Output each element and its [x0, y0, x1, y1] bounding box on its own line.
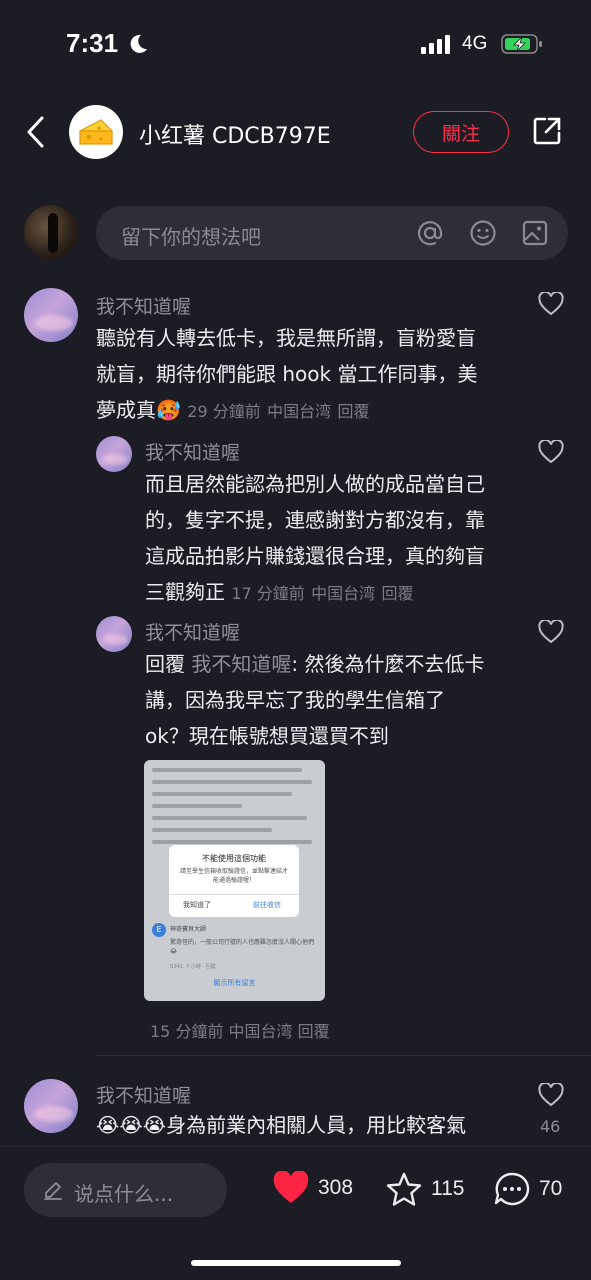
comment-location: 中国台湾: [311, 584, 376, 603]
comment-line: 而且居然能認為把別人做的成品當自己: [145, 472, 485, 496]
image-reply-text: 驚奇怪的，一般公司行號的人也應難怎麼沒人關心他們😂: [170, 939, 315, 955]
pencil-icon: [44, 1182, 62, 1200]
divider: [96, 1055, 591, 1056]
comment-line: 身為前業內相關人員，用比較客氣: [166, 1113, 467, 1137]
share-icon[interactable]: [531, 115, 563, 147]
comment-last-line: 夢成真🥵 29 分鐘前 中国台湾 回覆: [96, 392, 516, 430]
back-icon[interactable]: [24, 114, 48, 150]
comment-input-placeholder: 留下你的想法吧: [121, 225, 261, 249]
heart-icon[interactable]: [538, 292, 564, 316]
reply-button[interactable]: 回覆: [337, 402, 369, 421]
commenter-avatar[interactable]: [24, 288, 78, 342]
mention-icon[interactable]: [416, 219, 444, 247]
commenter-name[interactable]: 我不知道喔: [145, 438, 240, 465]
my-avatar[interactable]: [24, 205, 78, 259]
cheese-icon: [79, 119, 114, 145]
follow-button[interactable]: 關注: [413, 111, 509, 153]
collect-count: 115: [431, 1177, 465, 1200]
comment-time: 29 分鐘前: [187, 402, 261, 421]
emoji: 😭😭😭: [96, 1113, 167, 1137]
author-name[interactable]: 小红薯 CDCB797E: [139, 118, 331, 150]
comment-location: 中国台湾: [267, 402, 332, 421]
comment-time: 15 分鐘前: [150, 1022, 224, 1041]
comment-line: 三觀夠正: [145, 580, 225, 604]
say-placeholder: 说点什么...: [74, 1182, 174, 1206]
star-icon: [386, 1172, 422, 1206]
like-count: 46: [540, 1117, 561, 1136]
comment-text[interactable]: 聽說有人轉去低卡，我是無所謂，盲粉愛盲 就盲，期待你們能跟 hook 當工作同事…: [96, 320, 516, 430]
comment-line: : 然後為什麼不去低卡: [291, 652, 485, 676]
dialog-go: 前往收信: [253, 901, 281, 909]
comment-line: 就盲，期待你們能跟 hook 當工作同事，美: [96, 362, 478, 386]
image-reply-meta: B341. 7 小時 · 回覆: [170, 964, 216, 970]
commenter-avatar[interactable]: [96, 616, 132, 652]
dialog-text: 請至學生信箱收取驗證信，並點擊連結才能通過驗證喔！: [179, 868, 288, 884]
reply-button[interactable]: 回覆: [298, 1022, 330, 1041]
reply-badge: E: [152, 923, 166, 937]
comment-bubble-icon: [494, 1172, 530, 1206]
image-view-all: 顯示所有留言: [213, 979, 256, 987]
status-time: 7:31: [66, 28, 119, 58]
comment-text[interactable]: 而且居然能認為把別人做的成品當自己 的，隻字不提，連感謝對方都沒有，靠 這成品拍…: [145, 466, 525, 612]
reply-to-name[interactable]: 我不知道喔: [191, 652, 291, 676]
header: 小红薯 CDCB797E 關注: [0, 100, 591, 164]
commenter-name[interactable]: 我不知道喔: [96, 1081, 191, 1108]
reply-prefix: 回覆: [145, 652, 185, 676]
home-indicator[interactable]: [191, 1260, 401, 1266]
emoji: 🥵: [156, 398, 181, 422]
comment-button[interactable]: 70: [493, 1171, 562, 1207]
like-count: 308: [318, 1176, 354, 1199]
author-avatar[interactable]: [69, 105, 123, 159]
heart-filled-icon: [273, 1171, 309, 1203]
heart-icon[interactable]: [538, 440, 564, 464]
comment-last-line: 三觀夠正 17 分鐘前 中国台湾 回覆: [145, 574, 525, 612]
heart-icon[interactable]: [538, 1083, 564, 1107]
signal-icon: [421, 34, 450, 54]
comment-meta: 15 分鐘前 中国台湾 回覆: [150, 1018, 330, 1042]
moon-icon: [130, 34, 147, 53]
comment-location: 中国台湾: [228, 1022, 293, 1041]
network-label: 4G: [462, 33, 488, 54]
comment-line: ok？現在帳號想買還買不到: [145, 724, 389, 748]
comment-text[interactable]: 😭😭😭身為前業內相關人員，用比較客氣: [96, 1107, 516, 1143]
reply-button[interactable]: 回覆: [382, 584, 414, 603]
commenter-avatar[interactable]: [24, 1079, 78, 1133]
image-icon[interactable]: [521, 219, 549, 247]
like-button[interactable]: 308: [272, 1171, 353, 1205]
dialog-ok: 我知道了: [183, 901, 211, 909]
status-bar: 7:31 4G: [0, 0, 591, 90]
comment-first-line: 回覆 我不知道喔: 然後為什麼不去低卡: [145, 646, 525, 682]
commenter-name[interactable]: 我不知道喔: [96, 292, 191, 319]
comment-input-row: 留下你的想法吧: [0, 204, 591, 262]
comment-line: 的，隻字不提，連感謝對方都沒有，靠: [145, 508, 485, 532]
comment-count: 70: [539, 1177, 563, 1200]
comment-line: 講，因為我早忘了我的學生信箱了: [145, 688, 445, 712]
battery-charging-icon: [501, 34, 542, 54]
commenter-name[interactable]: 我不知道喔: [145, 618, 240, 645]
emoji-icon[interactable]: [469, 219, 497, 247]
commenter-avatar[interactable]: [96, 436, 132, 472]
comment-time: 17 分鐘前: [231, 584, 305, 603]
heart-icon[interactable]: [538, 620, 564, 644]
comment-image[interactable]: 不能使用這個功能 請至學生信箱收取驗證信，並點擊連結才能通過驗證喔！ 我知道了 …: [144, 760, 325, 1001]
comment-line: 這成品拍影片賺錢還很合理，真的夠盲: [145, 544, 485, 568]
dialog-title: 不能使用這個功能: [202, 854, 266, 863]
collect-button[interactable]: 115: [385, 1171, 464, 1207]
image-reply-name: 神奇寶貝大師: [170, 926, 207, 933]
comment-text[interactable]: 回覆 我不知道喔: 然後為什麼不去低卡 講，因為我早忘了我的學生信箱了 ok？現…: [145, 646, 525, 754]
say-something-input[interactable]: 说点什么...: [24, 1163, 227, 1217]
dialog: 不能使用這個功能 請至學生信箱收取驗證信，並點擊連結才能通過驗證喔！ 我知道了 …: [169, 845, 299, 917]
comment-line: 聽說有人轉去低卡，我是無所謂，盲粉愛盲: [96, 326, 476, 350]
comment-input[interactable]: 留下你的想法吧: [96, 206, 568, 260]
comment-line: 夢成真: [96, 398, 156, 422]
